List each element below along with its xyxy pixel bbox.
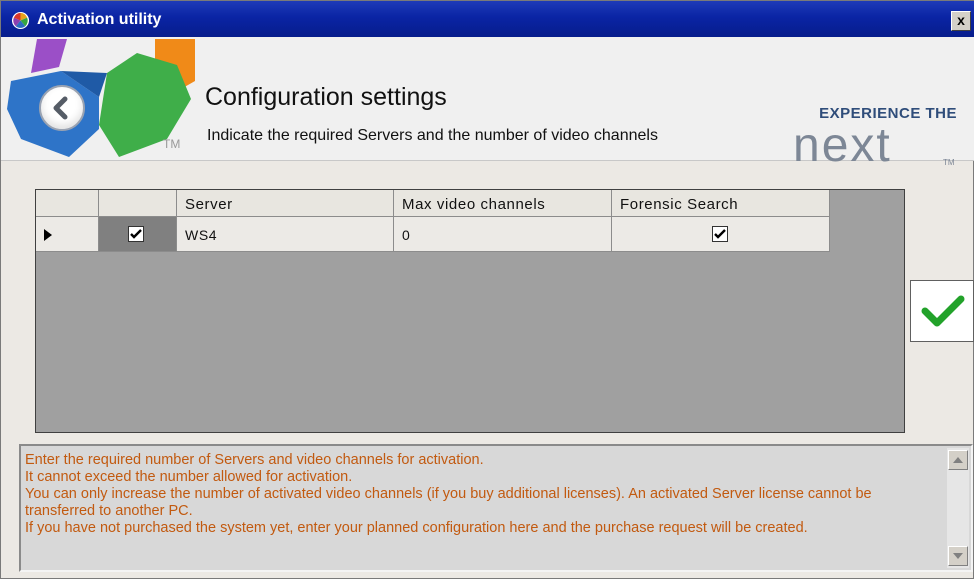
row-indicator: [36, 217, 99, 252]
table-row[interactable]: WS4 0: [36, 217, 830, 252]
row-enabled-cell[interactable]: [99, 217, 177, 252]
back-arrow-icon: [53, 96, 68, 120]
row-pointer-icon: [44, 229, 52, 241]
column-header-indicator: [36, 190, 99, 217]
window-title: Activation utility: [37, 11, 162, 28]
info-line: You can only increase the number of acti…: [25, 486, 872, 519]
page-title: Configuration settings: [205, 83, 447, 111]
logo-trademark: TM: [163, 137, 181, 151]
grid-header: Server Max video channels Forensic Searc…: [36, 190, 830, 217]
info-scrollbar[interactable]: [947, 448, 969, 568]
info-line: If you have not purchased the system yet…: [25, 520, 808, 536]
svg-text:TM: TM: [943, 158, 955, 167]
close-icon: x: [957, 12, 965, 28]
svg-text:next: next: [793, 125, 892, 169]
title-bar[interactable]: Activation utility x: [1, 1, 974, 37]
page-subtitle: Indicate the required Servers and the nu…: [207, 127, 658, 144]
forensic-search-checkbox[interactable]: [712, 226, 728, 242]
info-textbox[interactable]: Enter the required number of Servers and…: [19, 444, 973, 572]
apply-button[interactable]: [910, 280, 974, 342]
app-logo-icon: [11, 11, 30, 30]
brand-next-logo: next TM: [793, 125, 955, 169]
column-header-server[interactable]: Server: [177, 190, 394, 217]
info-line: It cannot exceed the number allowed for …: [25, 469, 353, 485]
checkmark-icon: [714, 229, 726, 239]
header-panel: TM Configuration settings Indicate the r…: [1, 37, 974, 169]
arrow-up-icon: [953, 457, 963, 463]
info-text: Enter the required number of Servers and…: [25, 452, 945, 537]
server-cell[interactable]: WS4: [177, 217, 394, 252]
info-line: Enter the required number of Servers and…: [25, 452, 484, 468]
forensic-search-cell[interactable]: [612, 217, 830, 252]
back-button[interactable]: [39, 85, 85, 131]
row-enabled-checkbox[interactable]: [128, 226, 144, 242]
brand-tagline: EXPERIENCE THE: [819, 105, 957, 122]
servers-grid[interactable]: Server Max video channels Forensic Searc…: [35, 189, 905, 433]
close-button[interactable]: x: [951, 11, 971, 31]
checkmark-icon: [130, 229, 142, 239]
max-video-channels-cell[interactable]: 0: [394, 217, 612, 252]
column-header-forensic-search[interactable]: Forensic Search: [612, 190, 830, 217]
checkmark-icon: [921, 295, 965, 327]
scroll-down-button[interactable]: [948, 546, 968, 566]
activation-window: Activation utility x TM Configuration se…: [0, 0, 974, 579]
column-header-max-video-channels[interactable]: Max video channels: [394, 190, 612, 217]
arrow-down-icon: [953, 553, 963, 559]
column-header-enabled: [99, 190, 177, 217]
scroll-up-button[interactable]: [948, 450, 968, 470]
